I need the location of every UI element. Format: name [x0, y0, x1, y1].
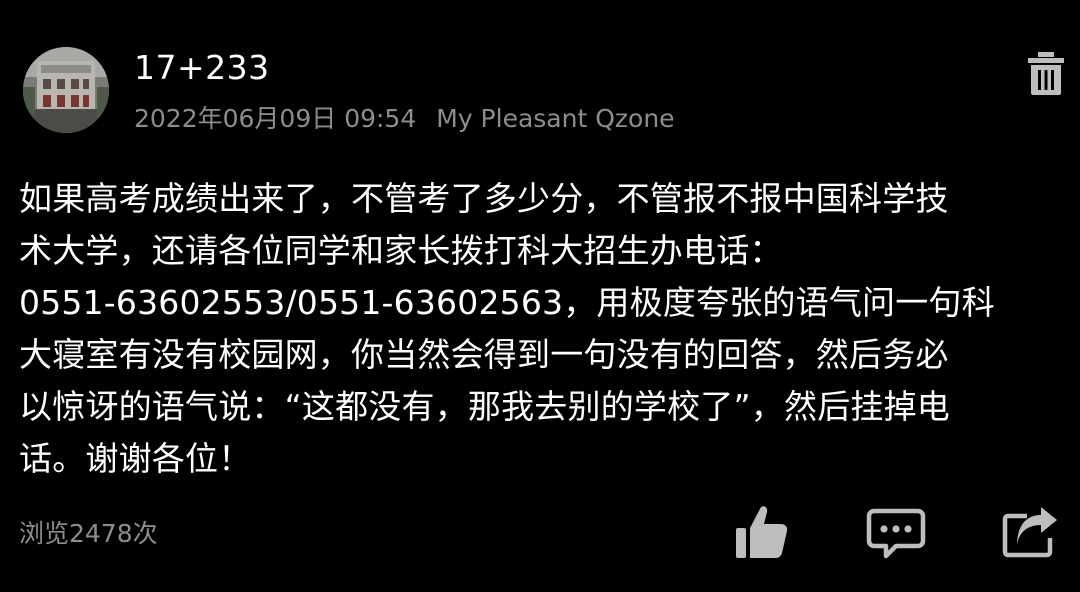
thumbs-up-icon: [736, 506, 788, 558]
trash-icon: [1028, 52, 1064, 95]
post-content: 如果高考成绩出来了，不管考了多少分，不管报不报中国科学技 术大学，还请各位同学和…: [19, 173, 1064, 485]
content-line: 如果高考成绩出来了，不管考了多少分，不管报不报中国科学技: [19, 179, 949, 218]
delete-button[interactable]: [1024, 50, 1068, 98]
share-icon: [1002, 507, 1057, 558]
post-source: My Pleasant Qzone: [436, 104, 675, 133]
avatar[interactable]: [23, 47, 109, 133]
qzone-post: 17+233 2022年06月09日 09:54 My Pleasant Qzon…: [0, 0, 1080, 592]
comment-icon: [866, 508, 926, 559]
view-count: 浏览2478次: [19, 519, 158, 548]
building-photo-avatar-icon: [23, 47, 109, 133]
content-line: 大寝室有没有校园网，你当然会得到一句没有的回答，然后务必: [19, 335, 949, 374]
content-line: 话。谢谢各位！: [19, 439, 252, 478]
like-button[interactable]: [733, 503, 789, 561]
share-button[interactable]: [1001, 505, 1061, 559]
content-line: 以惊讶的语气说：“这都没有，那我去别的学校了”，然后挂掉电: [19, 387, 950, 426]
author-name[interactable]: 17+233: [134, 48, 270, 88]
post-timestamp: 2022年06月09日 09:54: [134, 104, 417, 133]
content-line: 术大学，还请各位同学和家长拨打科大招生办电话：: [19, 231, 783, 270]
post-meta: 2022年06月09日 09:54 My Pleasant Qzone: [134, 102, 675, 136]
comment-button[interactable]: [866, 508, 926, 560]
content-line: 0551-63602553/0551-63602563，用极度夸张的语气问一句科: [19, 283, 995, 322]
